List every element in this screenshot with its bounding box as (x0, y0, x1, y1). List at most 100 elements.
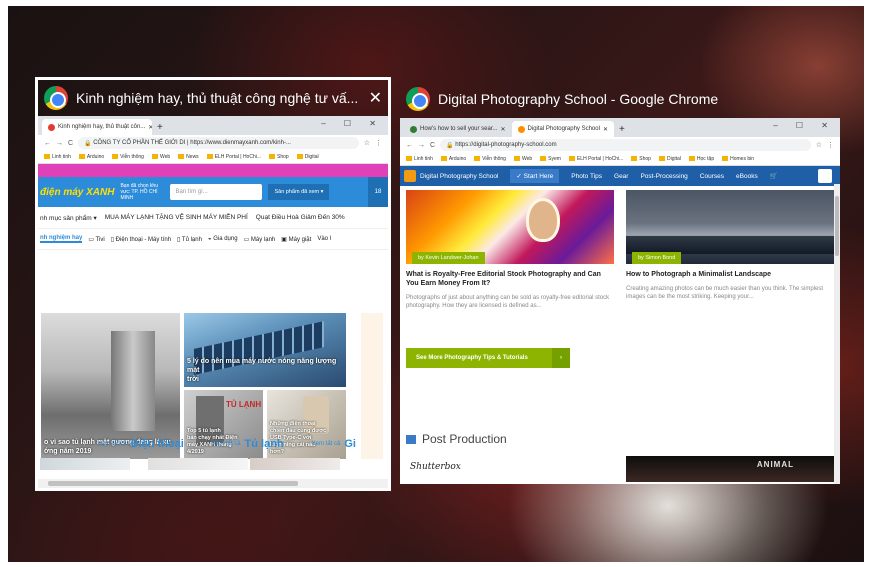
tab-close-icon[interactable]: ✕ (501, 126, 506, 133)
see-more-tips-button[interactable]: See More Photography Tips & Tutorials › (406, 348, 570, 368)
favicon-icon (410, 125, 417, 133)
site-logo[interactable]: điện máy XANH (40, 187, 114, 198)
pot-icon: ◒ (207, 236, 212, 242)
bookmark-item[interactable]: Arduino (440, 156, 466, 162)
bookmark-item[interactable]: Học tập (688, 156, 714, 162)
shutterbox-logo[interactable]: Shutterbox (410, 462, 500, 482)
browser-tab-active[interactable]: Digital Photography School ✕ (511, 121, 614, 137)
task-view-window-dienmayxanh[interactable]: Kinh nghiệm hay, thủ thuật công nghệ tư … (35, 77, 391, 491)
nav-courses[interactable]: Courses (700, 173, 724, 180)
article-card[interactable]: 5 lý do nên mua máy nước nóng năng lượng… (184, 313, 346, 387)
bookmark-item[interactable]: ELH Portal | HoChi... (568, 156, 623, 162)
star-icon[interactable]: ☆ (364, 139, 370, 147)
article-image[interactable]: ANIMAL (626, 456, 834, 482)
article-card[interactable]: by Kevin Landwer-Johan What is Royalty-F… (406, 190, 614, 310)
forward-icon[interactable]: → (418, 142, 425, 149)
reload-icon[interactable]: C (430, 142, 435, 149)
tab-kinh-nghiem[interactable]: nh nghiệm hay (40, 235, 83, 243)
close-icon[interactable]: ✕ (369, 88, 382, 108)
nav-start-here[interactable]: ✓ Start Here (510, 169, 560, 183)
bookmark-item[interactable]: ELH Portal | HoChi... (206, 154, 261, 160)
window-controls[interactable]: – ☐ ✕ (321, 119, 384, 128)
forward-icon[interactable]: → (56, 140, 63, 147)
article-byline: by Simon Bond (632, 252, 682, 264)
bookmark-item[interactable]: Homes bin (722, 156, 754, 162)
section-title: Tủ lạnh (244, 438, 284, 450)
menu-icon[interactable]: ⋮ (827, 141, 834, 149)
article-image[interactable]: by Kevin Landwer-Johan (406, 190, 614, 264)
bookmark-item[interactable]: News (178, 154, 199, 160)
tab-may-lanh[interactable]: ▭ Máy lạnh (244, 236, 276, 243)
reload-icon[interactable]: C (68, 140, 73, 147)
back-icon[interactable]: ← (406, 142, 413, 149)
horizontal-scrollbar[interactable] (38, 479, 388, 488)
bookmark-item[interactable]: Shop (631, 156, 651, 162)
tab-tu-lanh[interactable]: ▯ Tủ lạnh (177, 236, 202, 243)
bookmark-item[interactable]: Linh tinh (406, 156, 433, 162)
article-title[interactable]: What is Royalty-Free Editorial Stock Pho… (406, 270, 614, 288)
nav-photo-tips[interactable]: Photo Tips (571, 173, 602, 180)
browser-tab[interactable]: Kinh nghiệm hay, thủ thuật côn... ✕ (42, 119, 152, 135)
site-logo[interactable]: Digital Photography School (404, 170, 498, 182)
see-all-link[interactable]: Xem tất cả (212, 441, 241, 447)
url-text: https://digital-photography-school.com (455, 142, 557, 148)
address-bar[interactable]: 🔒 CÔNG TY CỔ PHẦN THẾ GIỚI DI | https://… (78, 137, 359, 149)
product-thumb[interactable] (250, 458, 340, 470)
search-icon[interactable] (818, 169, 832, 183)
bookmark-item[interactable]: Linh tinh (44, 154, 71, 160)
menu-icon[interactable]: ⋮ (375, 139, 382, 147)
tab-may-giat[interactable]: ▣ Máy giặt (281, 236, 311, 243)
search-input[interactable]: Bạn tìm gì... (170, 184, 263, 200)
tv-icon: ▭ (88, 236, 95, 243)
product-thumb[interactable] (40, 458, 130, 470)
bookmark-item[interactable]: Digital (296, 154, 319, 160)
hotline-button[interactable]: 18 (368, 177, 388, 207)
url-text: CÔNG TY CỔ PHẦN THẾ GIỚI DI | https://ww… (93, 140, 291, 146)
vertical-scrollbar[interactable] (834, 184, 840, 484)
lock-icon: 🔒 (84, 140, 92, 147)
window-title-bar[interactable]: Digital Photography School - Google Chro… (400, 80, 840, 118)
address-bar[interactable]: 🔒 https://digital-photography-school.com (440, 139, 811, 151)
bookmark-item[interactable]: Digital (658, 156, 681, 162)
tab-more[interactable]: Vào l (317, 236, 331, 242)
bookmark-item[interactable]: Web (513, 156, 532, 162)
tab-label: Digital Photography School (527, 126, 600, 132)
promo-link[interactable]: Quạt Điều Hoà Giảm Đến 30% (256, 214, 345, 221)
window-controls[interactable]: – ☐ ✕ (773, 121, 836, 130)
bookmark-item[interactable]: Viễn thông (474, 156, 506, 162)
product-thumb[interactable] (148, 458, 248, 470)
topic-tabs: nh nghiệm hay ▭ Tivi ▯ Điện thoại - Máy … (38, 229, 388, 250)
new-tab-button[interactable]: + (152, 122, 168, 135)
tab-dien-thoai[interactable]: ▯ Điện thoại - Máy tính (111, 236, 171, 243)
bookmark-item[interactable]: Web (151, 154, 170, 160)
nav-ebooks[interactable]: eBooks (736, 173, 758, 180)
category-dropdown[interactable]: nh mục sản phẩm ▾ (40, 214, 97, 222)
article-card[interactable]: by Simon Bond How to Photograph a Minima… (626, 190, 834, 301)
cart-icon[interactable]: 🛒 (770, 172, 778, 180)
nav-post-processing[interactable]: Post-Processing (640, 173, 687, 180)
location-selector[interactable]: Bạn đã chọn khu vực: TP. HỒ CHÍ MINH (120, 183, 164, 201)
article-image[interactable]: by Simon Bond (626, 190, 834, 264)
tab-gia-dung[interactable]: ◒ Gia dụng (208, 236, 238, 242)
tab-tivi[interactable]: ▭ Tivi (88, 236, 104, 243)
viewed-products-button[interactable]: Sản phẩm đã xem ▾ (268, 184, 330, 200)
task-view-window-dps[interactable]: Digital Photography School - Google Chro… (400, 80, 840, 484)
promo-link[interactable]: MUA MÁY LẠNH TẶNG VỆ SINH MÁY MIỄN PHÍ (105, 214, 248, 221)
site-nav: Digital Photography School ✓ Start Here … (400, 166, 840, 186)
ac-icon: ▭ (243, 236, 250, 243)
nav-gear[interactable]: Gear (614, 173, 628, 180)
article-title[interactable]: How to Photograph a Minimalist Landscape (626, 270, 834, 279)
bookmark-item[interactable]: Shop (269, 154, 289, 160)
star-icon[interactable]: ☆ (816, 141, 822, 149)
new-tab-button[interactable]: + (614, 124, 630, 137)
browser-tab[interactable]: How's how to sell your sear... ✕ (404, 121, 512, 137)
tab-close-icon[interactable]: ✕ (603, 126, 608, 133)
bookmark-item[interactable]: Syem (540, 156, 561, 162)
bookmark-item[interactable]: Arduino (78, 154, 104, 160)
bookmark-item[interactable]: Viễn thông (112, 154, 144, 160)
see-all-link[interactable]: Xem tất cả (98, 441, 127, 447)
back-icon[interactable]: ← (44, 140, 51, 147)
window-title-bar[interactable]: Kinh nghiệm hay, thủ thuật công nghệ tư … (38, 80, 388, 116)
promo-banner (38, 164, 388, 177)
see-all-link[interactable]: Xem tất cả (312, 441, 341, 447)
